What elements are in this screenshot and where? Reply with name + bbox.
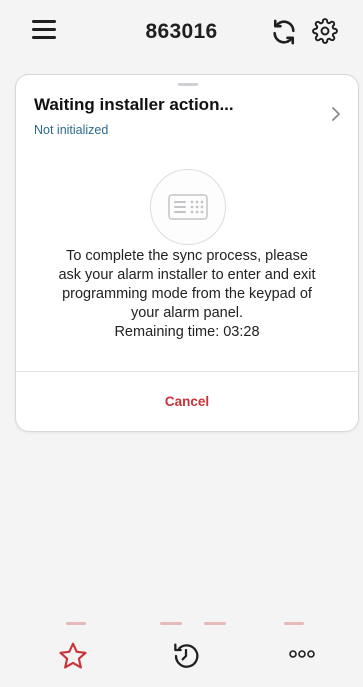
sync-icon[interactable] xyxy=(270,18,298,46)
message-line: ask your alarm installer to enter and ex… xyxy=(58,267,316,283)
more-icon[interactable] xyxy=(286,644,318,664)
tab-indicator xyxy=(66,622,86,625)
tab-indicator xyxy=(204,622,226,625)
sheet-grabber[interactable] xyxy=(178,83,198,86)
cancel-button[interactable]: Cancel xyxy=(16,385,358,419)
history-icon[interactable] xyxy=(169,640,203,672)
header-bar: 863016 xyxy=(0,0,363,64)
remaining-time: Remaining time: 03:28 xyxy=(114,324,260,340)
chevron-right-icon[interactable] xyxy=(330,105,342,123)
divider xyxy=(16,371,358,372)
tab-indicator xyxy=(160,622,182,625)
message-line: programming mode from the keypad of xyxy=(62,286,312,302)
app-screen: 863016 Waiting installer action... Not i… xyxy=(0,0,363,687)
sync-instructions: To complete the sync process, please ask… xyxy=(32,247,342,342)
tab-indicator xyxy=(284,622,304,625)
sync-status-card: Waiting installer action... Not initiali… xyxy=(15,74,359,432)
bottom-tab-bar xyxy=(0,622,363,687)
message-line: To complete the sync process, please xyxy=(66,248,308,264)
page-title: 863016 xyxy=(145,20,218,43)
card-title: Waiting installer action... xyxy=(34,95,234,114)
gear-icon[interactable] xyxy=(312,18,340,46)
status-subtitle: Not initialized xyxy=(34,123,109,137)
message-line: your alarm panel. xyxy=(130,305,244,321)
keypad-icon xyxy=(168,194,208,220)
star-icon[interactable] xyxy=(57,640,89,672)
keypad-illustration xyxy=(150,169,226,245)
